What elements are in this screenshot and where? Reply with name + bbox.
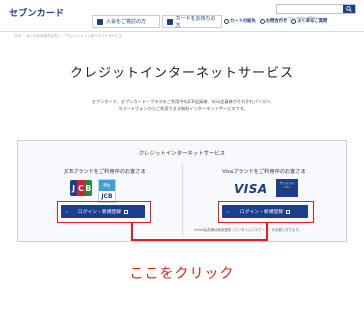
link-label: お問合わせ: [265, 19, 288, 24]
lead-line: セブンカード、セブンカード・プラスをご利用中のJCB会員様、Visa会員様がそれ…: [91, 99, 275, 104]
site-header: セブンカード 入会をご検討の方 カードをお持ちの方 カードの紛失 お問合わせ よ…: [0, 0, 364, 32]
myjcb-label: My: [99, 180, 115, 191]
nav-tab-label: カードをお持ちの方: [175, 15, 216, 29]
visa-note: ※Visa会員様は事前登録（ワンタイムパスワード）が必要となります。: [194, 228, 302, 232]
jcb-logo-j: J: [70, 180, 78, 196]
search-box: [276, 4, 356, 23]
column-divider: [182, 163, 183, 237]
search-icon: [346, 6, 352, 12]
info-icon: [224, 18, 229, 24]
jcb-logo: J C B: [70, 180, 92, 196]
link-label: よくあるご質問: [297, 19, 328, 24]
highlight-box-visa: [218, 201, 314, 223]
link-label: カードの紛失: [230, 19, 256, 24]
lead-text: セブンカード、セブンカード・プラスをご利用中のJCB会員様、Visa会員様がそれ…: [68, 98, 298, 112]
visa-card-image: クレジット VISA: [276, 179, 298, 197]
faq-link[interactable]: よくあるご質問: [291, 18, 327, 24]
contact-link[interactable]: お問合わせ: [259, 18, 288, 24]
nav-tab-members[interactable]: カードをお持ちの方: [162, 15, 222, 29]
card-icon: [167, 18, 173, 25]
lead-line: スマートフォンからご利用できる無料インターネットサービスです。: [118, 106, 248, 111]
search-button[interactable]: [343, 5, 355, 13]
callout-connector: [266, 222, 268, 241]
site-logo[interactable]: セブンカード: [9, 6, 64, 19]
visa-logo: VISA: [234, 182, 268, 196]
page-title: クレジットインターネットサービス: [69, 66, 294, 81]
panel-title: クレジットインターネットサービス: [138, 151, 226, 157]
click-here-callout: ここをクリック: [129, 266, 235, 282]
jcb-heading: JCBブランドをご利用中のお客さま: [64, 169, 146, 175]
breadcrumb-item[interactable]: カードをお持ちの方へ: [26, 34, 61, 39]
question-icon: [291, 18, 297, 24]
callout-connector: [131, 239, 268, 241]
visa-heading: Visaブランドをご利用中のお客さま: [222, 169, 306, 175]
breadcrumb-item: クレジットインターネットサービス: [66, 34, 123, 38]
login-panel: クレジットインターネットサービス JCBブランドをご利用中のお客さま Visaブ…: [17, 140, 347, 242]
breadcrumb-item[interactable]: TOP: [14, 34, 21, 39]
myjcb-logo: My JCB: [98, 179, 116, 203]
lost-card-link[interactable]: カードの紛失: [224, 18, 256, 24]
highlight-box-jcb: [57, 201, 151, 223]
breadcrumb: TOP カードをお持ちの方へ クレジットインターネットサービス: [14, 34, 122, 39]
utility-links: カードの紛失 お問合わせ よくあるご質問: [224, 18, 327, 24]
visa-card-tag: VISA: [283, 185, 291, 189]
nav-tab-label: 入会をご検討の方: [106, 19, 147, 25]
jcb-logo-b: B: [84, 180, 92, 196]
card-icon: [97, 18, 103, 25]
nav-tab-prospective[interactable]: 入会をご検討の方: [92, 15, 160, 28]
jcb-logo-c: C: [77, 180, 85, 196]
phone-icon: [259, 18, 265, 24]
